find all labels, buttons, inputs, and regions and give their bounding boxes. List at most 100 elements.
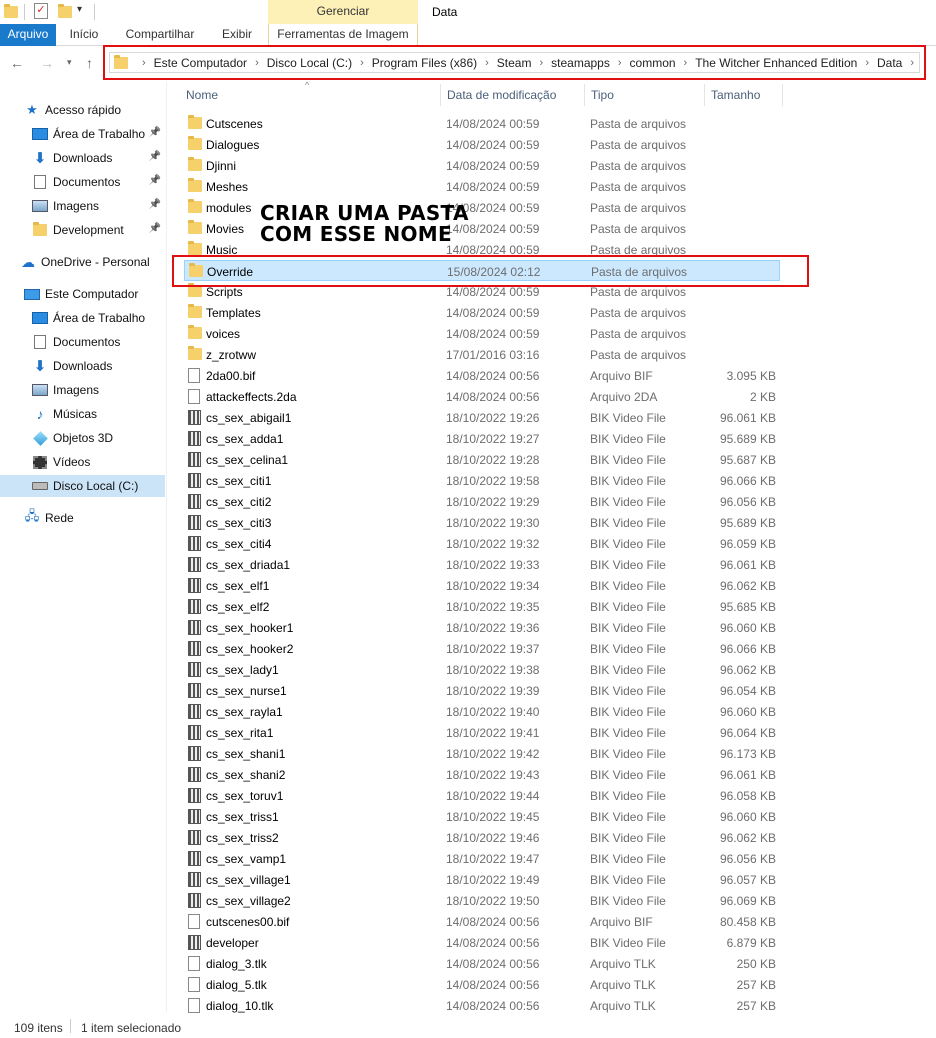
chevron-right-icon[interactable]: › [618,57,622,69]
file-row[interactable]: cs_sex_rita1 18/10/2022 19:41 BIK Video Fi… [184,722,780,743]
sidebar-item-11[interactable]: Imagens [0,379,165,401]
column-header-date[interactable]: Data de modificação [447,88,556,102]
pin-icon[interactable]: 📌 [149,175,161,186]
column-divider[interactable] [584,84,585,106]
sidebar-item-1[interactable]: Área de Trabalho 📌 [0,123,165,145]
sidebar-item-0[interactable]: ★ Acesso rápido [0,99,165,121]
file-row[interactable]: cs_sex_citi1 18/10/2022 19:58 BIK Video Fi… [184,470,780,491]
breadcrumb-este-computador[interactable]: Este Computador [154,56,247,70]
chevron-right-icon[interactable]: › [684,57,688,69]
breadcrumb-common[interactable]: common [630,56,676,70]
breadcrumb-data[interactable]: Data [877,56,902,70]
tab-exibir[interactable]: Exibir [214,24,260,46]
sidebar-item-5[interactable]: Development 📌 [0,219,165,241]
file-row[interactable]: cs_sex_citi2 18/10/2022 19:29 BIK Video Fi… [184,491,780,512]
new-folder-icon[interactable] [58,4,72,18]
file-row[interactable]: cs_sex_citi3 18/10/2022 19:30 BIK Video Fi… [184,512,780,533]
file-row[interactable]: cs_sex_citi4 18/10/2022 19:32 BIK Video Fi… [184,533,780,554]
chevron-right-icon[interactable]: › [539,57,543,69]
file-row[interactable]: Djinni 14/08/2024 00:59 Pasta de arquivos [184,155,780,176]
file-row[interactable]: dialog_5.tlk 14/08/2024 00:56 Arquivo TLK 2… [184,974,780,995]
chevron-right-icon[interactable]: › [142,57,146,69]
file-row[interactable]: cs_sex_village1 18/10/2022 19:49 BIK Video… [184,869,780,890]
file-row[interactable]: cutscenes00.bif 14/08/2024 00:56 Arquivo B… [184,911,780,932]
file-row[interactable]: Dialogues 14/08/2024 00:59 Pasta de arquiv… [184,134,780,155]
sidebar-item-3[interactable]: Documentos 📌 [0,171,165,193]
sidebar-item-15[interactable]: Disco Local (C:) [0,475,165,497]
tab-arquivo[interactable]: Arquivo [0,24,56,46]
file-row[interactable]: cs_sex_nurse1 18/10/2022 19:39 BIK Video F… [184,680,780,701]
file-row[interactable]: Cutscenes 14/08/2024 00:59 Pasta de arquiv… [184,113,780,134]
file-row[interactable]: voices 14/08/2024 00:59 Pasta de arquivos [184,323,780,344]
sidebar-item-16[interactable]: 🖧 Rede [0,507,165,529]
file-row[interactable]: cs_sex_hooker1 18/10/2022 19:36 BIK Video … [184,617,780,638]
file-row[interactable]: Templates 14/08/2024 00:59 Pasta de arquiv… [184,302,780,323]
file-row[interactable]: cs_sex_shani2 18/10/2022 19:43 BIK Video F… [184,764,780,785]
sidebar-item-13[interactable]: Objetos 3D [0,427,165,449]
tab-inicio[interactable]: Início [62,24,106,46]
file-row[interactable]: Meshes 14/08/2024 00:59 Pasta de arquivos [184,176,780,197]
breadcrumb-disco-local[interactable]: Disco Local (C:) [267,56,352,70]
file-row[interactable]: cs_sex_celina1 18/10/2022 19:28 BIK Video … [184,449,780,470]
chevron-right-icon[interactable]: › [255,57,259,69]
breadcrumb-steam[interactable]: Steam [497,56,532,70]
sidebar-item-12[interactable]: ♪ Músicas [0,403,165,425]
up-arrow-icon[interactable]: ↑ [86,55,93,71]
file-row[interactable]: cs_sex_vamp1 18/10/2022 19:47 BIK Video Fi… [184,848,780,869]
breadcrumb-program-files[interactable]: Program Files (x86) [372,56,477,70]
sidebar-item-14[interactable]: Vídeos [0,451,165,473]
sidebar-item-6[interactable]: ☁ OneDrive - Personal [0,251,165,273]
column-header-size[interactable]: Tamanho [711,88,760,102]
file-row[interactable]: cs_sex_hooker2 18/10/2022 19:37 BIK Video … [184,638,780,659]
chevron-right-icon[interactable]: › [865,57,869,69]
back-arrow-icon[interactable]: ← [10,55,24,71]
file-row[interactable]: cs_sex_lady1 18/10/2022 19:38 BIK Video Fi… [184,659,780,680]
column-header-name[interactable]: Nome [186,88,218,102]
file-row[interactable]: cs_sex_triss2 18/10/2022 19:46 BIK Video F… [184,827,780,848]
file-row[interactable]: dialog_3.tlk 14/08/2024 00:56 Arquivo TLK 2… [184,953,780,974]
file-row[interactable]: attackeffects.2da 14/08/2024 00:56 Arquivo… [184,386,780,407]
tab-ferramentas-de-imagem[interactable]: Ferramentas de Imagem [268,24,418,46]
address-bar[interactable]: › Este Computador › Disco Local (C:) › P… [109,52,920,73]
sidebar-item-10[interactable]: ⬇ Downloads [0,355,165,377]
forward-arrow-icon[interactable]: → [40,55,54,71]
file-row[interactable]: cs_sex_elf2 18/10/2022 19:35 BIK Video Fil… [184,596,780,617]
file-row[interactable]: cs_sex_adda1 18/10/2022 19:27 BIK Video Fi… [184,428,780,449]
file-row[interactable]: cs_sex_driada1 18/10/2022 19:33 BIK Video … [184,554,780,575]
column-divider[interactable] [704,84,705,106]
chevron-right-icon[interactable]: › [910,57,914,69]
file-row[interactable]: cs_sex_triss1 18/10/2022 19:45 BIK Video F… [184,806,780,827]
file-row[interactable]: 2da00.bif 14/08/2024 00:56 Arquivo BIF 3.09… [184,365,780,386]
pin-icon[interactable]: 📌 [149,199,161,210]
column-divider[interactable] [440,84,441,106]
file-row[interactable]: cs_sex_village2 18/10/2022 19:50 BIK Video… [184,890,780,911]
properties-icon[interactable]: ✓ [34,3,48,19]
file-type: BIK Video File [590,768,666,782]
sidebar-item-7[interactable]: Este Computador [0,283,165,305]
file-row[interactable]: cs_sex_toruv1 18/10/2022 19:44 BIK Video F… [184,785,780,806]
sidebar-item-9[interactable]: Documentos [0,331,165,353]
file-row[interactable]: cs_sex_rayla1 18/10/2022 19:40 BIK Video F… [184,701,780,722]
file-row[interactable]: developer 14/08/2024 00:56 BIK Video File 6… [184,932,780,953]
recent-locations-icon[interactable]: ▾ [67,57,72,68]
customize-qat-icon[interactable]: ▾ [77,4,82,15]
file-row[interactable]: cs_sex_elf1 18/10/2022 19:34 BIK Video Fil… [184,575,780,596]
sidebar-item-2[interactable]: ⬇ Downloads 📌 [0,147,165,169]
folder-icon[interactable] [4,4,18,18]
chevron-right-icon[interactable]: › [485,57,489,69]
breadcrumb-steamapps[interactable]: steamapps [551,56,610,70]
column-header-type[interactable]: Tipo [591,88,614,102]
pin-icon[interactable]: 📌 [149,127,161,138]
file-row[interactable]: z_zrotww 17/01/2016 03:16 Pasta de arquivo… [184,344,780,365]
breadcrumb-witcher[interactable]: The Witcher Enhanced Edition [695,56,857,70]
pin-icon[interactable]: 📌 [149,151,161,162]
file-size: 96.058 KB [719,789,776,803]
sidebar-item-8[interactable]: Área de Trabalho [0,307,165,329]
chevron-right-icon[interactable]: › [360,57,364,69]
pin-icon[interactable]: 📌 [149,223,161,234]
column-divider[interactable] [782,84,783,106]
file-row[interactable]: cs_sex_abigail1 18/10/2022 19:26 BIK Video… [184,407,780,428]
file-row[interactable]: cs_sex_shani1 18/10/2022 19:42 BIK Video F… [184,743,780,764]
tab-compartilhar[interactable]: Compartilhar [120,24,200,46]
sidebar-item-4[interactable]: Imagens 📌 [0,195,165,217]
